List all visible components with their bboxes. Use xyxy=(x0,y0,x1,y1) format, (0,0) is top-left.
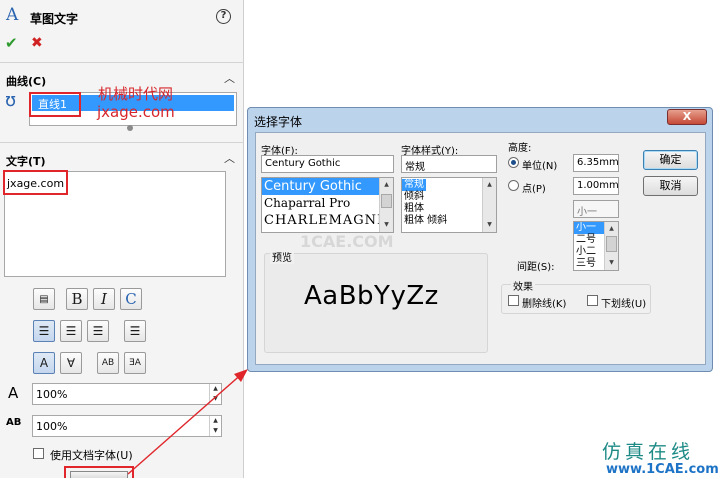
font-list[interactable]: Century Gothic Chaparral Pro CHARLEMAGNE… xyxy=(261,177,394,233)
scroll-down-icon[interactable]: ▼ xyxy=(484,218,495,232)
watermark-site-url: www.1CAE.com xyxy=(606,462,719,477)
text-section-title[interactable]: 文字(T) xyxy=(6,153,46,169)
curve-highlight-box xyxy=(29,92,81,117)
point-height-input[interactable]: 1.00mm xyxy=(573,177,619,195)
annotation-site-url: jxage.com xyxy=(97,103,175,121)
section-divider xyxy=(0,142,244,143)
font-list-scrollbar[interactable]: ▲ ▼ xyxy=(379,178,393,232)
effects-label: 效果 xyxy=(511,278,535,293)
section-divider xyxy=(0,62,244,63)
align-left-button[interactable]: ☰ xyxy=(33,320,55,342)
spacing-value: 100% xyxy=(36,420,68,433)
font-list-item[interactable]: Chaparral Pro xyxy=(262,195,393,212)
spacing-icon: AB xyxy=(6,417,22,428)
dialog-close-button[interactable]: X xyxy=(667,109,707,125)
bold-button[interactable]: B xyxy=(66,288,88,310)
use-document-font-checkbox[interactable] xyxy=(33,448,44,459)
point-size-input[interactable]: 小一 xyxy=(573,200,619,218)
style-list-scrollbar[interactable]: ▲ ▼ xyxy=(482,178,496,232)
align-right-button[interactable]: ☰ xyxy=(87,320,109,342)
width-factor-icon: A xyxy=(8,384,19,402)
justify-button[interactable]: ☰ xyxy=(124,320,146,342)
ok-button[interactable]: 确定 xyxy=(643,150,698,170)
help-icon[interactable]: ? xyxy=(216,9,231,24)
strikeout-label: 删除线(K) xyxy=(522,299,567,310)
unit-height-value: 6.35mm xyxy=(577,157,619,168)
collapse-curve-icon[interactable]: ︿ xyxy=(224,70,235,86)
font-style-item[interactable]: 常规 xyxy=(402,179,426,191)
ok-check-icon[interactable]: ✔ xyxy=(5,34,18,52)
underline-checkbox[interactable] xyxy=(587,295,598,306)
curve-section-title[interactable]: 曲线(C) xyxy=(6,73,46,89)
preview-label: 预览 xyxy=(270,249,294,264)
scroll-down-icon[interactable]: ▼ xyxy=(606,256,617,270)
unit-label: 单位(N) xyxy=(522,161,558,172)
cancel-button[interactable]: 取消 xyxy=(643,176,698,196)
point-size-value: 小一 xyxy=(577,207,597,218)
spacing-label: 间距(S): xyxy=(517,262,555,273)
point-label: 点(P) xyxy=(522,184,546,195)
flip-vertical-up-button[interactable]: A xyxy=(33,352,55,374)
flip-vertical-down-button[interactable]: ∀ xyxy=(60,352,82,374)
flip-horizontal-button[interactable]: AB xyxy=(97,352,119,374)
annotation-arrow xyxy=(127,369,248,475)
point-radio[interactable] xyxy=(508,180,519,191)
font-list-item[interactable]: CHARLEMAGNE xyxy=(262,212,393,229)
font-name-input[interactable]: Century Gothic xyxy=(261,155,394,173)
scroll-up-icon[interactable]: ▲ xyxy=(484,178,495,192)
point-size-item[interactable]: 小一 xyxy=(574,222,605,234)
preview-text: AaBbYyZz xyxy=(304,281,439,311)
scroll-down-icon[interactable]: ▼ xyxy=(381,218,392,232)
font-style-list[interactable]: 常规 倾斜 粗体 粗体 倾斜 ▲ ▼ xyxy=(401,177,497,233)
panel-title: 草图文字 xyxy=(30,12,79,26)
link-to-property-button[interactable]: ▤ xyxy=(33,288,55,310)
sketch-text-icon: A xyxy=(6,5,19,25)
underline-label: 下划线(U) xyxy=(601,299,647,310)
scroll-up-icon[interactable]: ▲ xyxy=(606,222,617,236)
font-name-value: Century Gothic xyxy=(265,158,341,169)
scroll-thumb[interactable] xyxy=(606,236,617,252)
center-watermark: 1CAE.COM xyxy=(300,232,394,251)
text-highlight-box xyxy=(3,170,68,195)
point-height-value: 1.00mm xyxy=(577,180,619,191)
strikeout-checkbox[interactable] xyxy=(508,295,519,306)
scroll-thumb[interactable] xyxy=(381,194,392,208)
curve-icon: ʊ xyxy=(5,90,17,111)
font-style-value: 常规 xyxy=(405,162,425,173)
watermark-site-name: 仿真在线 xyxy=(602,441,695,463)
resize-handle[interactable] xyxy=(127,125,133,131)
rotate-button[interactable]: C xyxy=(120,288,142,310)
cancel-x-icon[interactable]: ✖ xyxy=(31,35,43,51)
width-factor-value: 100% xyxy=(36,388,68,401)
point-size-list[interactable]: 小一 二号 小二 三号 ▲ ▼ xyxy=(573,221,619,271)
unit-height-input[interactable]: 6.35mm xyxy=(573,154,619,172)
font-style-input[interactable]: 常规 xyxy=(401,155,497,173)
italic-button[interactable]: I xyxy=(93,288,115,310)
align-center-button[interactable]: ☰ xyxy=(60,320,82,342)
scroll-up-icon[interactable]: ▲ xyxy=(381,178,392,192)
annotation-site-name: 机械时代网 xyxy=(98,85,174,103)
unit-radio[interactable] xyxy=(508,157,519,168)
height-label: 高度: xyxy=(508,143,532,154)
font-list-item[interactable]: Century Gothic xyxy=(262,178,393,195)
collapse-text-icon[interactable]: ︿ xyxy=(224,150,235,166)
dialog-title: 选择字体 xyxy=(254,115,303,129)
size-list-scrollbar[interactable]: ▲ ▼ xyxy=(604,222,618,270)
